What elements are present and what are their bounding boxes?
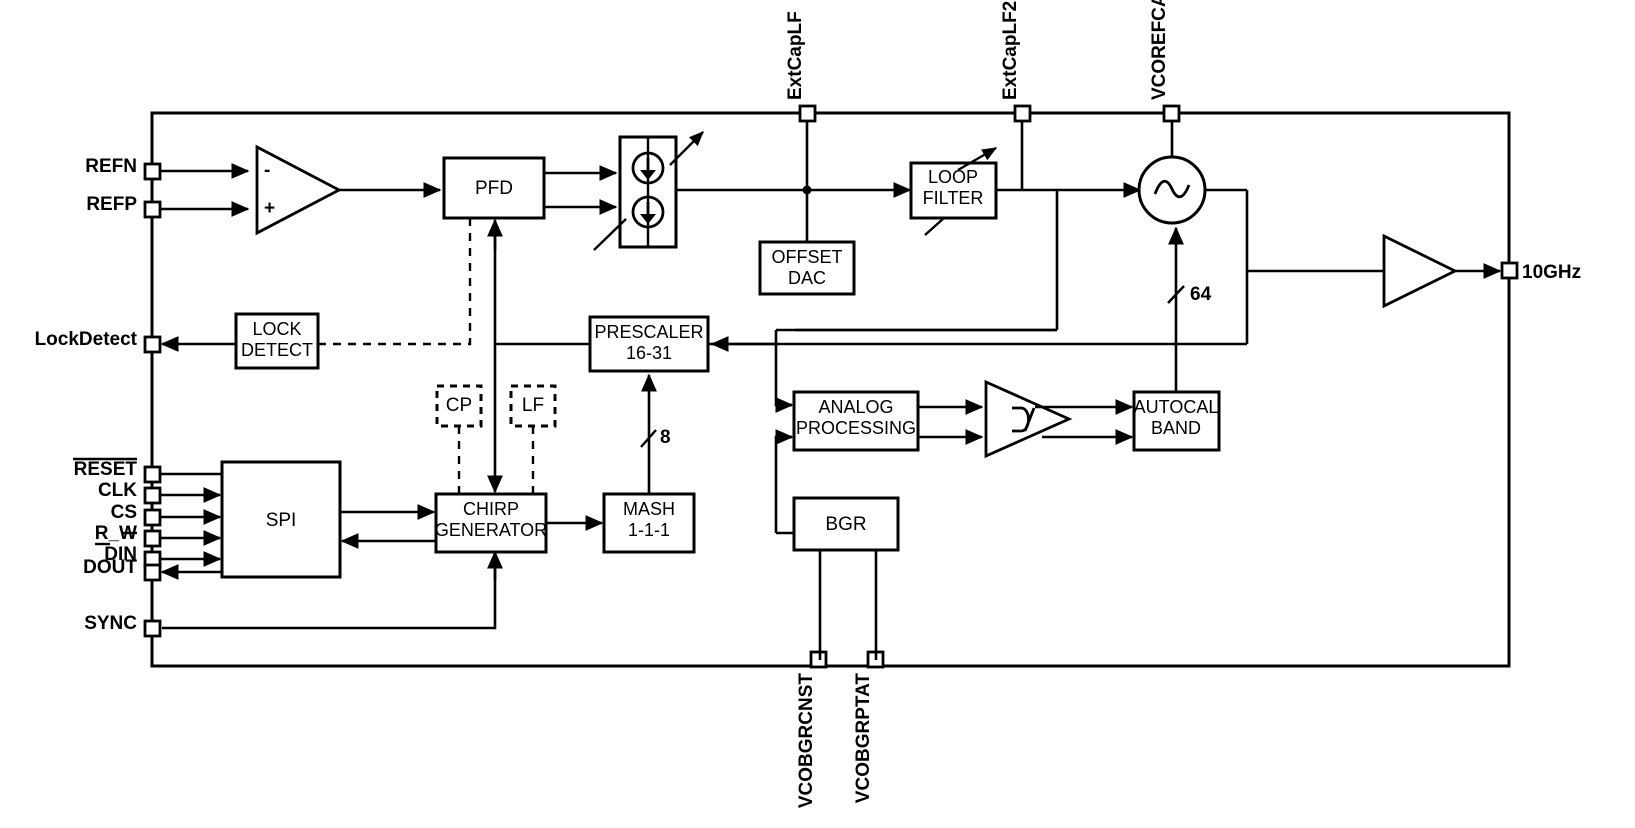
comparator-plus-sign: + [264, 198, 275, 219]
block-autocal-label2: BAND [1151, 418, 1201, 438]
block-cp-label: CP [446, 395, 472, 416]
block-prescaler-label1: PRESCALER [594, 322, 703, 342]
block-bgr-label: BGR [825, 514, 866, 535]
pin-pad-vcobgrcnst[interactable] [809, 650, 828, 669]
pin-label-sync: SYNC [84, 613, 137, 634]
block-pfd-label: PFD [475, 178, 513, 199]
wire-prescaler-to-pfd [493, 222, 590, 346]
block-chirpgen-label2: GENERATOR [435, 520, 547, 540]
block-loop-filter-label2: FILTER [923, 188, 984, 208]
block-autocal-label1: AUTOCAL [1134, 397, 1219, 417]
pin-label-vcobgrcnst: VCOBGRCNST [796, 673, 817, 809]
block-lf-label: LF [522, 395, 544, 416]
wire-pfd-to-lockdetect-dashed [318, 222, 472, 346]
pin-label-lockdetect: LockDetect [35, 329, 138, 350]
pin-label-cs: CS [111, 502, 137, 523]
wire-bgr-to-analogproc-in2 [774, 435, 792, 533]
pin-label-vcorefcap: VCOREFCAP [1149, 0, 1170, 100]
pin-pad-refp[interactable] [143, 200, 162, 219]
pin-pad-extcaplf2[interactable] [1013, 104, 1032, 123]
block-prescaler-label2: 16-31 [626, 343, 672, 363]
pin-label-reset: RESET [74, 459, 138, 480]
pin-pad-10ghz[interactable] [1500, 261, 1519, 280]
pin-label-refn: REFN [85, 156, 137, 177]
pin-pad-extcaplf[interactable] [798, 104, 817, 123]
block-spi-label: SPI [266, 510, 297, 531]
bus-width-label-8: 8 [660, 427, 671, 448]
pin-pad-vcorefcap[interactable] [1162, 104, 1181, 123]
chip-boundary [150, 111, 1511, 668]
output-buffer-amplifier [1382, 233, 1459, 309]
pin-label-extcaplf: ExtCapLF [785, 11, 806, 100]
block-diagram-canvas: REFN REFP LockDetect RESET CLK CS R_W DI… [0, 0, 1635, 828]
pin-label-vcobgrptat: VCOBGRPTAT [853, 673, 874, 804]
pin-label-refp: REFP [86, 194, 137, 215]
pin-label-extcaplf2: ExtCapLF2 [1000, 1, 1021, 100]
pin-pad-refn[interactable] [143, 162, 162, 181]
pin-label-clk: CLK [98, 480, 137, 501]
pin-pad-lockdetect[interactable] [143, 335, 162, 354]
pll-block-diagram: REFN REFP LockDetect RESET CLK CS R_W DI… [35, 0, 1582, 809]
pin-label-dout: DOUT [83, 557, 137, 578]
pin-pad-reset[interactable] [143, 465, 162, 484]
pin-pad-rw[interactable] [143, 529, 162, 548]
comparator-minus-sign: - [264, 160, 270, 181]
pin-pad-dout[interactable] [143, 563, 162, 582]
pin-pad-cs[interactable] [143, 508, 162, 527]
block-loop-filter-label1: LOOP [928, 167, 978, 187]
hysteresis-icon [1012, 406, 1036, 433]
pin-label-10ghz: 10GHz [1522, 262, 1581, 283]
loop-filter-tune-arrow-bottom [924, 217, 945, 236]
block-vco[interactable] [1137, 155, 1207, 225]
block-analogproc-label1: ANALOG [818, 397, 893, 417]
block-offset-dac-label2: DAC [788, 268, 826, 288]
block-chirpgen-label1: CHIRP [463, 499, 519, 519]
block-mash-label2: 1-1-1 [628, 520, 670, 540]
block-analogproc-label2: PROCESSING [796, 418, 916, 438]
block-offset-dac-label1: OFFSET [772, 247, 843, 267]
bus-width-label-64: 64 [1190, 284, 1212, 305]
block-lock-detect-label1: LOCK [252, 319, 301, 339]
block-mash-label1: MASH [623, 499, 675, 519]
pin-pad-clk[interactable] [143, 486, 162, 505]
block-lock-detect-label2: DETECT [241, 340, 313, 360]
pin-pad-sync[interactable] [143, 619, 162, 638]
wire-to-analogproc-in1 [774, 330, 792, 407]
